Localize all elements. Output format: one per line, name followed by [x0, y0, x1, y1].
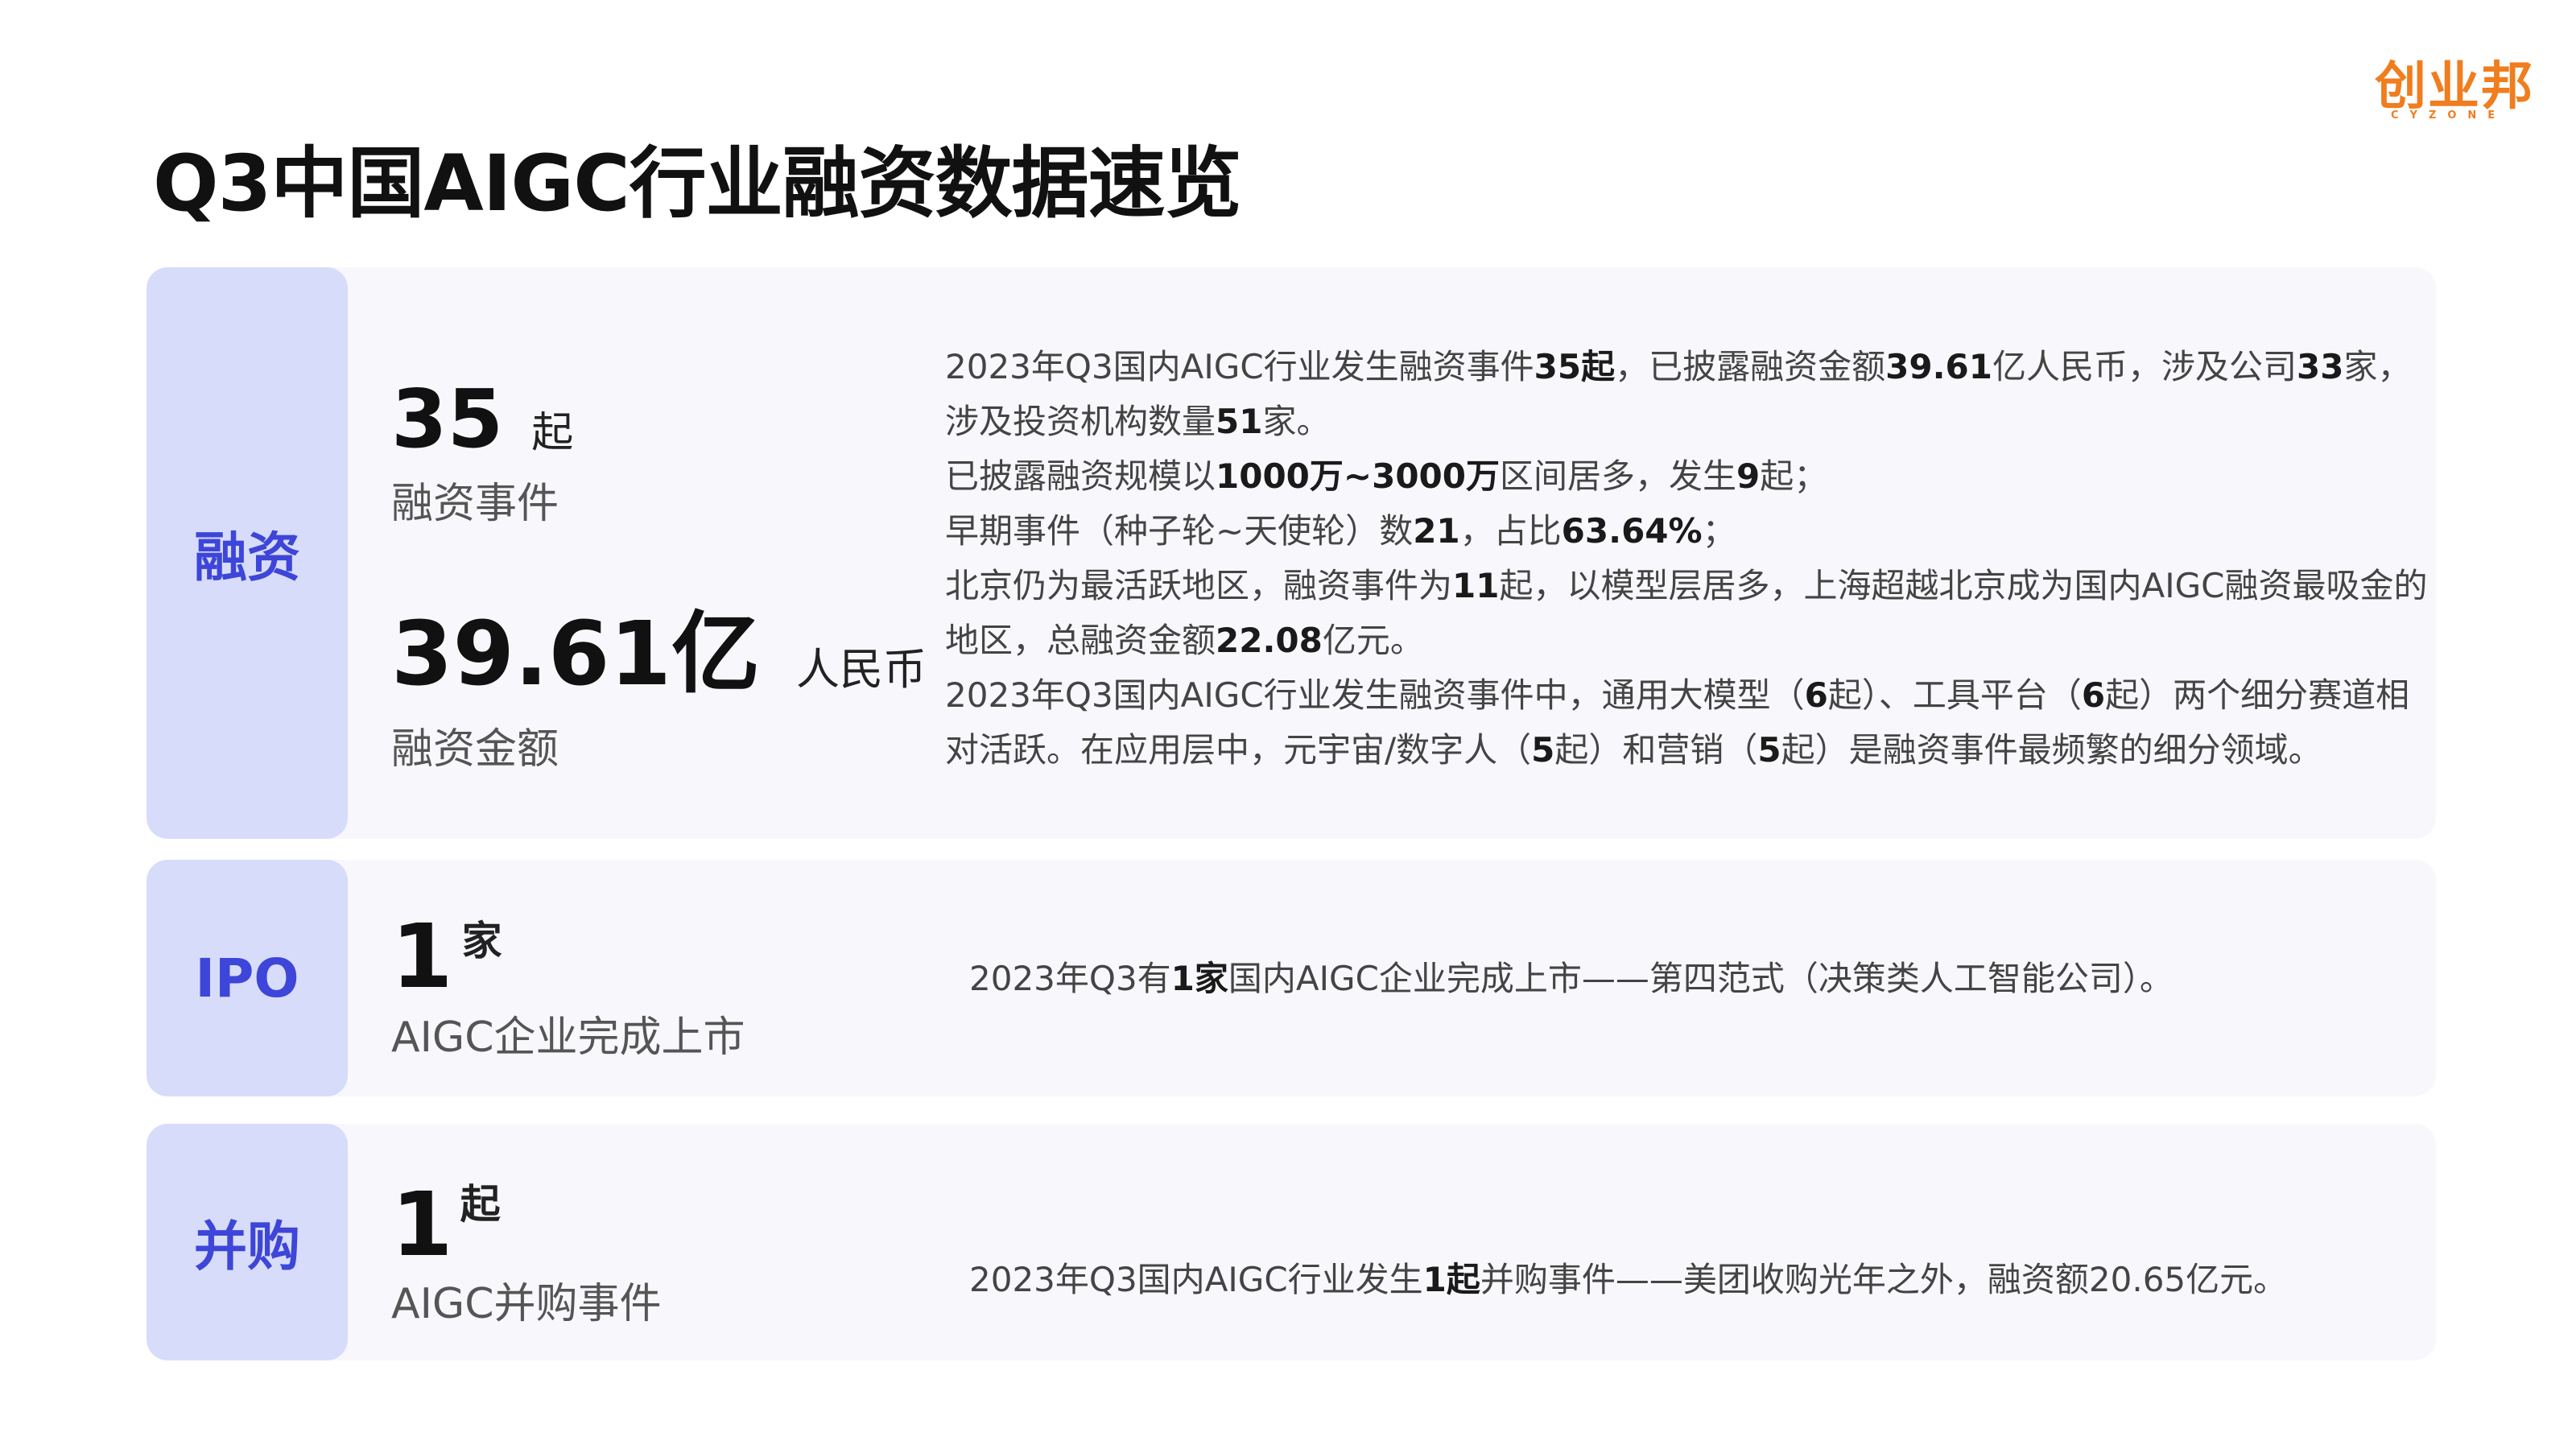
- highlight-text: 1起: [1422, 1260, 1480, 1299]
- description-paragraph: 2023年Q3有1家国内AIGC企业完成上市——第四范式（决策类人工智能公司）。: [969, 952, 2418, 1006]
- highlight-text: 5: [1531, 730, 1555, 770]
- ipo-unit: 家: [461, 918, 502, 964]
- ma-card: 并购 1 起 AIGC并购事件 2023年Q3国内AIGC行业发生1起并购事件—…: [147, 1124, 2436, 1360]
- description-paragraph: 北京仍为最活跃地区，融资事件为11起，以模型层居多，上海超越北京成为国内AIGC…: [945, 559, 2434, 668]
- body-text: 并购事件——美团收购光年之外，融资额20.65亿元。: [1480, 1260, 2288, 1299]
- ma-label: 并购: [147, 1124, 348, 1360]
- highlight-text: 1家: [1170, 959, 1228, 998]
- ipo-card: IPO 1 家 AIGC企业完成上市 2023年Q3有1家国内AIGC企业完成上…: [147, 860, 2436, 1096]
- body-text: 北京仍为最活跃地区，融资事件为: [945, 566, 1453, 605]
- financing-events-unit: 起: [531, 409, 574, 457]
- financing-events-number: 35: [391, 372, 504, 466]
- highlight-text: 21: [1413, 511, 1460, 551]
- financing-label: 融资: [147, 267, 348, 839]
- financing-events-caption: 融资事件: [391, 480, 559, 528]
- body-text: 已披露融资规模以: [945, 456, 1216, 496]
- ma-caption: AIGC并购事件: [391, 1280, 662, 1328]
- ipo-metric: 1 家 AIGC企业完成上市: [391, 905, 745, 1063]
- financing-amount-unit: 人民币: [796, 644, 927, 695]
- highlight-text: 5: [1757, 730, 1781, 770]
- ipo-description: 2023年Q3有1家国内AIGC企业完成上市——第四范式（决策类人工智能公司）。: [969, 952, 2418, 1006]
- body-text: 2023年Q3有: [969, 959, 1171, 998]
- description-paragraph: 2023年Q3国内AIGC行业发生融资事件35起，已披露融资金额39.61亿人民…: [945, 340, 2434, 449]
- body-text: 2023年Q3国内AIGC行业发生融资事件: [945, 347, 1534, 386]
- body-text: 2023年Q3国内AIGC行业发生: [969, 1260, 1423, 1299]
- body-text: 国内AIGC企业完成上市——第四范式（决策类人工智能公司）。: [1228, 959, 2174, 998]
- body-text: ，已披露融资金额: [1615, 347, 1886, 386]
- financing-description: 2023年Q3国内AIGC行业发生融资事件35起，已披露融资金额39.61亿人民…: [945, 340, 2434, 778]
- body-text: 起；: [1760, 456, 1828, 496]
- description-paragraph: 早期事件（种子轮~天使轮）数21，占比63.64%；: [945, 504, 2434, 559]
- ipo-label: IPO: [147, 860, 348, 1096]
- ipo-number: 1: [391, 905, 453, 1008]
- body-text: 起）是融资事件最频繁的细分领域。: [1781, 730, 2322, 770]
- cyzone-logo: 创业邦 CYZONE: [2375, 55, 2536, 135]
- highlight-text: 63.64%: [1561, 511, 1703, 551]
- highlight-text: 22.08: [1216, 621, 1323, 660]
- ipo-caption: AIGC企业完成上市: [391, 1013, 745, 1062]
- body-text: ；: [1702, 511, 1736, 551]
- body-text: 起）和营销（: [1554, 730, 1758, 770]
- financing-amount-number: 39.61亿: [391, 602, 760, 705]
- highlight-text: 33: [2297, 347, 2344, 386]
- ma-number: 1: [391, 1173, 453, 1276]
- financing-card: 融资 35 起 融资事件 39.61亿 人民币 融资金额 2023年Q3国内AI…: [147, 267, 2436, 839]
- description-paragraph: 2023年Q3国内AIGC行业发生融资事件中，通用大模型（6起）、工具平台（6起…: [945, 668, 2434, 778]
- highlight-text: 6: [1804, 675, 1828, 715]
- page-title: Q3中国AIGC行业融资数据速览: [153, 138, 1242, 229]
- highlight-text: 6: [2081, 675, 2106, 715]
- logo-subtext: CYZONE: [2391, 109, 2507, 122]
- ma-unit: 起: [460, 1181, 501, 1228]
- highlight-text: 9: [1736, 456, 1761, 496]
- description-paragraph: 已披露融资规模以1000万~3000万区间居多，发生9起；: [945, 449, 2434, 504]
- body-text: 早期事件（种子轮~天使轮）数: [945, 511, 1414, 551]
- highlight-text: 1000万~3000万: [1216, 456, 1500, 496]
- financing-amount-caption: 融资金额: [391, 725, 559, 774]
- body-text: 家。: [1262, 402, 1331, 441]
- highlight-text: 51: [1216, 402, 1263, 441]
- ma-description: 2023年Q3国内AIGC行业发生1起并购事件——美团收购光年之外，融资额20.…: [969, 1253, 2418, 1307]
- body-text: 亿元。: [1322, 621, 1424, 660]
- ma-metric: 1 起 AIGC并购事件: [391, 1172, 662, 1330]
- body-text: 2023年Q3国内AIGC行业发生融资事件中，通用大模型（: [945, 675, 1805, 715]
- highlight-text: 39.61: [1885, 347, 1992, 386]
- body-text: ，占比: [1459, 511, 1562, 551]
- body-text: 亿人民币，涉及公司: [1992, 347, 2297, 386]
- highlight-text: 11: [1452, 566, 1500, 605]
- body-text: 起）、工具平台（: [1827, 675, 2082, 715]
- body-text: 区间居多，发生: [1500, 456, 1737, 496]
- description-paragraph: 2023年Q3国内AIGC行业发生1起并购事件——美团收购光年之外，融资额20.…: [969, 1253, 2418, 1307]
- highlight-text: 35起: [1534, 347, 1616, 386]
- financing-events-metric: 35 起 融资事件: [391, 372, 573, 530]
- financing-amount-metric: 39.61亿 人民币 融资金额: [391, 581, 927, 775]
